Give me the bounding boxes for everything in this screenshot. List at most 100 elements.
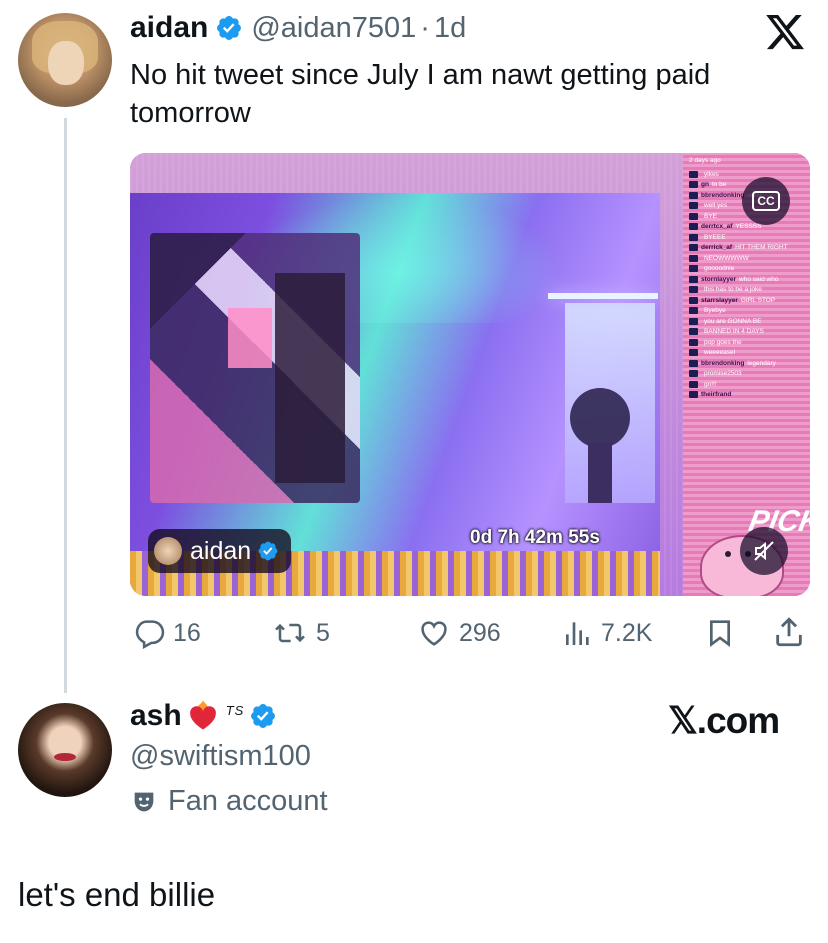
plant xyxy=(570,388,630,448)
author-handle[interactable]: @aidan7501 xyxy=(251,12,416,45)
chat-username: bbrendonking xyxy=(701,191,745,199)
user-badge-text: TS xyxy=(225,702,245,718)
chat-message: starrslayyer GIRL STOP xyxy=(689,295,810,306)
chat-badge-icon xyxy=(689,254,698,262)
chat-message: weeeeasel xyxy=(689,348,810,359)
cc-label: CC xyxy=(752,191,780,211)
chat-badge-icon xyxy=(689,233,698,241)
like-count: 296 xyxy=(459,618,501,647)
author-name[interactable]: ash xyxy=(130,699,182,733)
chat-panel: 2 days ago yikesgnto bebbrendonkingately… xyxy=(683,153,810,596)
chat-text: HIT THEM RIGHT xyxy=(735,244,788,252)
chat-text: Byebye xyxy=(704,307,726,315)
chat-username: theirfrand xyxy=(701,391,732,399)
avatar[interactable] xyxy=(18,13,112,107)
views-button[interactable]: 7.2K xyxy=(561,617,652,649)
tweet-text: No hit tweet since July I am nawt gettin… xyxy=(130,59,711,129)
streamer-avatar xyxy=(154,537,182,565)
retweet-count: 5 xyxy=(316,618,330,647)
chat-message: NEOWWWWW xyxy=(689,253,810,264)
tweet-header: aidan @aidan7501 · 1d xyxy=(130,11,466,45)
captions-button[interactable]: CC xyxy=(742,177,790,225)
chat-badge-icon xyxy=(689,349,698,357)
like-button[interactable]: 296 xyxy=(415,617,501,649)
author-handle[interactable]: @swiftism100 xyxy=(130,740,311,773)
chat-text: NEOWWWWW xyxy=(704,254,749,262)
chat-text: BYE xyxy=(704,212,718,220)
chat-username: gn xyxy=(701,181,709,189)
fan-account-label: Fan account xyxy=(130,785,328,818)
verified-badge-icon xyxy=(258,541,278,561)
chat-message: gn!!! xyxy=(689,379,810,390)
reply-count: 16 xyxy=(173,618,201,647)
mute-button[interactable] xyxy=(740,527,788,575)
chat-text: yikes xyxy=(704,170,719,178)
verified-badge-icon xyxy=(215,14,243,42)
chat-message: derrick_af HIT THEM RIGHT xyxy=(689,243,810,254)
x-logo-icon[interactable] xyxy=(763,11,809,57)
fan-account-text: Fan account xyxy=(168,785,328,817)
chat-message: BANNED IN 4 DAYS xyxy=(689,327,810,338)
chat-text: promise2503 xyxy=(704,370,742,378)
chat-message: Byebye xyxy=(689,306,810,317)
muted-speaker-icon xyxy=(754,541,774,561)
bookmark-icon xyxy=(710,620,730,647)
chat-text: this has to be a joke xyxy=(704,286,762,294)
share-button[interactable] xyxy=(771,615,807,654)
chat-badge-icon xyxy=(689,223,698,231)
chat-message: promise2503 xyxy=(689,369,810,380)
chat-header: 2 days ago xyxy=(689,157,721,164)
chat-badge-icon xyxy=(689,202,698,210)
led-light xyxy=(548,293,658,299)
share-icon xyxy=(776,617,802,647)
retweet-icon xyxy=(275,623,305,643)
chat-text: weeeeasel xyxy=(704,349,736,357)
chat-text: gn!!! xyxy=(704,380,717,388)
chat-badge-icon xyxy=(689,359,698,367)
avatar[interactable] xyxy=(18,703,112,797)
verified-badge-icon xyxy=(249,702,277,730)
chat-badge-icon xyxy=(689,296,698,304)
chat-message: derrtcx_af YESSSS xyxy=(689,222,810,233)
chat-badge-icon xyxy=(689,307,698,315)
stream-timer: 0d 7h 42m 55s xyxy=(470,527,600,548)
retweet-button[interactable]: 5 xyxy=(270,617,330,649)
chat-message: bbrendonking legendary xyxy=(689,358,810,369)
chat-text: BYEEE xyxy=(704,233,726,241)
streamer-tag[interactable]: aidan xyxy=(148,529,292,573)
video-media[interactable]: 2 days ago yikesgnto bebbrendonkingately… xyxy=(130,153,810,596)
chat-badge-icon xyxy=(689,244,698,252)
reply-button[interactable]: 16 xyxy=(133,617,201,649)
chat-text: to be xyxy=(711,181,727,189)
reply-icon xyxy=(135,620,165,649)
chat-badge-icon xyxy=(689,275,698,283)
chat-text: goooodnie xyxy=(704,265,735,273)
chat-badge-icon xyxy=(689,191,698,199)
chat-badge-icon xyxy=(689,380,698,388)
chat-text: BANNED IN 4 DAYS xyxy=(704,328,764,336)
chat-message: BYEEE xyxy=(689,232,810,243)
chat-text: you are GONNA BE xyxy=(704,317,762,325)
chat-message: this has to be a joke xyxy=(689,285,810,296)
separator-dot: · xyxy=(420,11,430,44)
tweet-time[interactable]: 1d xyxy=(434,12,466,45)
caption-text: let's end billie xyxy=(18,876,216,913)
theater-masks-icon xyxy=(134,792,154,811)
chat-badge-icon xyxy=(689,212,698,220)
chat-badge-icon xyxy=(689,317,698,325)
chat-message: stornlayyer who said who xyxy=(689,274,810,285)
chat-message: theirfrand xyxy=(689,390,810,401)
x-com-watermark: 𝕏.com xyxy=(668,700,780,741)
heart-icon xyxy=(421,621,447,646)
streamer-name: aidan xyxy=(190,536,252,565)
author-name[interactable]: aidan xyxy=(130,11,208,45)
bookmark-button[interactable] xyxy=(703,617,737,654)
chat-message: you are GONNA BE xyxy=(689,316,810,327)
chat-username: stornlayyer xyxy=(701,275,737,283)
bar-chart-icon xyxy=(566,622,589,645)
mascot-eye xyxy=(725,551,731,557)
chat-text: well yes xyxy=(704,202,728,210)
chat-badge-icon xyxy=(689,391,698,399)
thread-line xyxy=(64,118,67,693)
chat-badge-icon xyxy=(689,265,698,273)
